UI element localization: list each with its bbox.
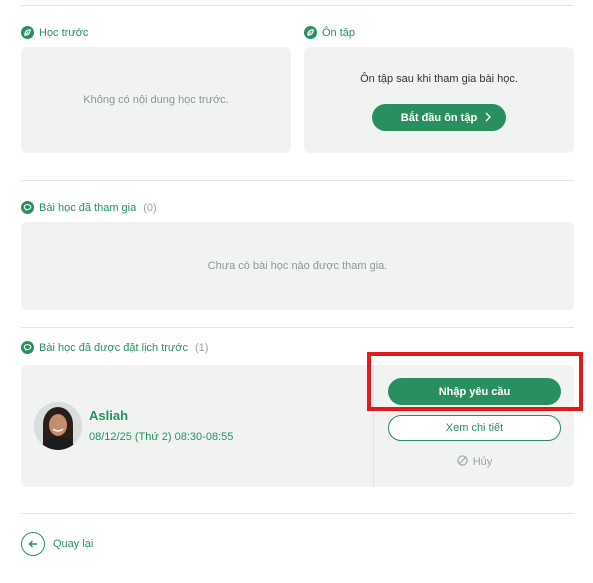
teacher-name: Asliah	[89, 408, 129, 423]
lesson-datetime: 08/12/25 (Thứ 2) 08:30-08:55	[89, 431, 234, 443]
start-review-label: Bắt đầu ôn tập	[400, 111, 478, 124]
view-detail-button[interactable]: Xem chi tiết	[388, 415, 561, 441]
review-header: Ôn tập	[304, 26, 355, 39]
view-detail-label: Xem chi tiết	[445, 422, 504, 434]
avatar	[34, 402, 82, 450]
review-card: Ôn tập sau khi tham gia bài học. Bắt đầu…	[304, 47, 574, 153]
highlight-box	[367, 352, 583, 411]
attended-title: Bài học đã tham gia	[39, 201, 137, 214]
top-divider	[21, 5, 574, 6]
start-review-button[interactable]: Bắt đầu ôn tập	[372, 104, 506, 131]
attended-count: (0)	[143, 201, 157, 214]
cancel-label: Hủy	[472, 456, 493, 468]
back-label: Quay lại	[53, 538, 94, 550]
chat-icon	[21, 201, 34, 214]
chat-icon	[21, 341, 34, 354]
section-divider	[21, 180, 574, 181]
scheduled-count: (1)	[195, 341, 209, 354]
prelearn-title: Học trước	[39, 26, 89, 39]
scheduled-header: Bài học đã được đặt lịch trước (1)	[21, 341, 208, 354]
attended-header: Bài học đã tham gia (0)	[21, 201, 157, 214]
leaf-icon	[304, 26, 317, 39]
review-description: Ôn tập sau khi tham gia bài học.	[360, 73, 518, 85]
cancel-circle-icon	[457, 455, 468, 469]
cancel-button[interactable]: Hủy	[388, 453, 561, 471]
scheduled-title: Bài học đã được đặt lịch trước	[39, 341, 188, 354]
leaf-icon	[21, 26, 34, 39]
attended-empty-text: Chưa có bài học nào được tham gia.	[207, 260, 388, 272]
arrow-left-icon	[21, 532, 45, 556]
bottom-divider	[21, 513, 574, 514]
back-link[interactable]: Quay lại	[21, 532, 93, 556]
prelearn-card: Không có nội dung học trước.	[21, 47, 291, 153]
attended-card: Chưa có bài học nào được tham gia.	[21, 222, 574, 310]
section-divider	[21, 327, 574, 328]
chevron-right-icon	[484, 112, 492, 125]
prelearn-empty-text: Không có nội dung học trước.	[83, 94, 229, 106]
review-title: Ôn tập	[322, 26, 356, 39]
prelearn-header: Học trước	[21, 26, 88, 39]
